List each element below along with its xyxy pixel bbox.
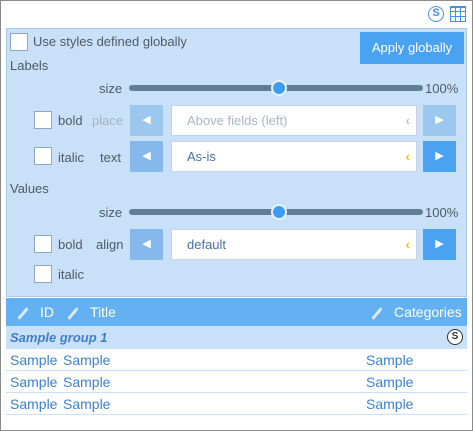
place-field[interactable]: Above fields (left) ‹ bbox=[171, 105, 417, 136]
values-bold-checkbox[interactable] bbox=[34, 235, 52, 253]
labels-size-value: 100% bbox=[425, 81, 459, 96]
values-bold-label: bold bbox=[58, 237, 83, 252]
cell-title: Sample bbox=[63, 352, 111, 368]
align-field[interactable]: default ‹ bbox=[171, 229, 417, 260]
cell-id: Sample bbox=[10, 374, 58, 390]
table-row[interactable]: Sample Sample Sample bbox=[6, 371, 467, 393]
column-id[interactable]: ID bbox=[16, 304, 54, 320]
align-prev-button[interactable]: ◀ bbox=[130, 229, 163, 260]
cell-id: Sample bbox=[10, 352, 58, 368]
place-next-button[interactable]: ▶ bbox=[423, 105, 456, 136]
pencil-icon bbox=[67, 306, 79, 320]
align-next-button[interactable]: ▶ bbox=[423, 229, 456, 260]
cell-title: Sample bbox=[63, 396, 111, 412]
table-header: ID Title Categories bbox=[6, 298, 467, 326]
place-value: Above fields (left) bbox=[187, 113, 288, 128]
align-value: default bbox=[187, 237, 227, 252]
group-title: Sample group 1 bbox=[10, 330, 108, 345]
group-styles-icon[interactable]: S bbox=[447, 329, 463, 345]
values-align-label: align bbox=[96, 237, 124, 252]
labels-bold-checkbox[interactable] bbox=[34, 111, 52, 129]
apply-globally-button[interactable]: Apply globally bbox=[360, 32, 464, 64]
style-settings-window: S Use styles defined globally Apply glob… bbox=[0, 0, 473, 431]
table-row[interactable]: Sample Sample Sample bbox=[6, 393, 467, 415]
table-row[interactable]: Sample Sample Sample bbox=[6, 349, 467, 371]
labels-size-label: size bbox=[99, 81, 123, 96]
labels-text-label: text bbox=[100, 150, 121, 165]
text-field[interactable]: As-is ‹ bbox=[171, 141, 417, 172]
style-panel: Use styles defined globally Apply global… bbox=[6, 28, 467, 297]
labels-italic-label: italic bbox=[58, 150, 85, 165]
values-italic-checkbox[interactable] bbox=[34, 265, 52, 283]
chevron-left-icon: ‹ bbox=[405, 237, 410, 252]
values-italic-label: italic bbox=[58, 267, 85, 282]
use-global-styles-label: Use styles defined globally bbox=[33, 34, 187, 49]
top-toolbar: S bbox=[1, 1, 472, 27]
labels-size-slider-thumb[interactable] bbox=[270, 80, 287, 96]
use-global-styles-checkbox[interactable] bbox=[10, 33, 28, 51]
labels-place-label: place bbox=[92, 113, 124, 128]
cell-categories: Sample bbox=[366, 396, 414, 412]
text-prev-button[interactable]: ◀ bbox=[130, 141, 163, 172]
cell-title: Sample bbox=[63, 374, 111, 390]
chevron-left-icon: ‹ bbox=[405, 113, 410, 128]
chevron-left-icon: ‹ bbox=[405, 149, 410, 164]
cell-categories: Sample bbox=[366, 352, 414, 368]
labels-bold-label: bold bbox=[58, 113, 83, 128]
pencil-icon bbox=[371, 306, 383, 320]
cell-categories: Sample bbox=[366, 374, 414, 390]
grid-icon[interactable] bbox=[450, 6, 466, 22]
text-value: As-is bbox=[187, 149, 216, 164]
values-heading: Values bbox=[10, 181, 49, 196]
labels-italic-checkbox[interactable] bbox=[34, 147, 52, 165]
labels-heading: Labels bbox=[10, 58, 49, 73]
group-row[interactable]: Sample group 1 S bbox=[6, 326, 467, 349]
values-size-value: 100% bbox=[425, 205, 459, 220]
column-categories[interactable]: Categories bbox=[370, 304, 462, 320]
values-size-slider-thumb[interactable] bbox=[270, 204, 287, 220]
styles-circle-icon[interactable]: S bbox=[428, 6, 444, 22]
place-prev-button[interactable]: ◀ bbox=[130, 105, 163, 136]
values-size-label: size bbox=[99, 205, 123, 220]
pencil-icon bbox=[17, 306, 29, 320]
column-title[interactable]: Title bbox=[66, 304, 116, 320]
text-next-button[interactable]: ▶ bbox=[423, 141, 456, 172]
cell-id: Sample bbox=[10, 396, 58, 412]
